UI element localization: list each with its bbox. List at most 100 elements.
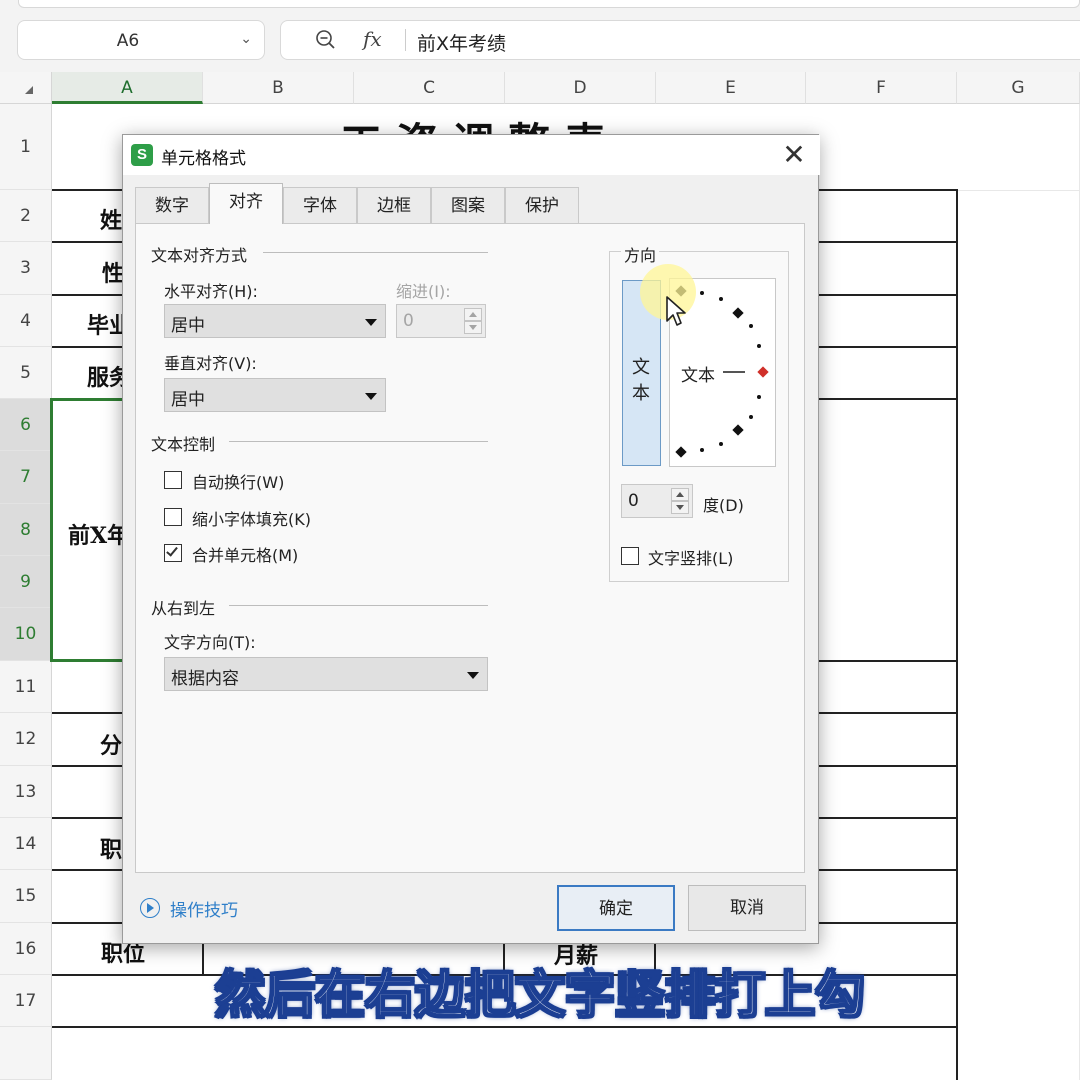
formula-bar: A6 ⌄ fx 前X年考绩 bbox=[0, 14, 1080, 72]
row-header-1[interactable]: 1 bbox=[0, 104, 52, 190]
section-orientation: 方向 bbox=[621, 242, 660, 266]
text-direction-label: 文字方向(T): bbox=[164, 633, 256, 652]
horizontal-align-select[interactable]: 居中 bbox=[164, 304, 386, 338]
vertical-text-checkbox[interactable] bbox=[621, 547, 639, 565]
column-header-f[interactable]: F bbox=[806, 72, 957, 104]
tips-link[interactable]: 操作技巧 bbox=[170, 896, 238, 921]
dial-dot bbox=[749, 415, 753, 419]
row-header-12[interactable]: 12 bbox=[0, 713, 52, 766]
app-logo-icon: S bbox=[131, 144, 153, 166]
cell-row2-label[interactable]: 姓 bbox=[100, 203, 122, 235]
vertical-text-char-1: 文 bbox=[632, 357, 650, 378]
dropdown-arrow-icon bbox=[467, 672, 479, 679]
tab-font[interactable]: 字体 bbox=[283, 187, 357, 223]
shrink-to-fit-label[interactable]: 缩小字体填充(K) bbox=[192, 506, 311, 530]
dialog-title: 单元格格式 bbox=[161, 149, 246, 169]
row-header-4[interactable]: 4 bbox=[0, 295, 52, 347]
stepper-up-icon[interactable] bbox=[464, 308, 482, 321]
dial-dot bbox=[749, 324, 753, 328]
wrap-text-label[interactable]: 自动换行(W) bbox=[192, 469, 284, 493]
row-header-10[interactable]: 10 bbox=[0, 608, 52, 661]
stepper-down-icon[interactable] bbox=[464, 321, 482, 334]
cell-row14-label[interactable]: 职 bbox=[100, 832, 122, 864]
dial-dot bbox=[757, 395, 761, 399]
row-header-14[interactable]: 14 bbox=[0, 818, 52, 870]
dial-dot bbox=[719, 442, 723, 446]
degree-stepper[interactable]: 0 bbox=[621, 484, 693, 518]
dial-dot bbox=[700, 291, 704, 295]
indent-stepper[interactable]: 0 bbox=[396, 304, 486, 338]
vertical-align-label: 垂直对齐(V): bbox=[164, 354, 257, 373]
horizontal-align-label: 水平对齐(H): bbox=[164, 282, 258, 301]
divider bbox=[229, 605, 488, 606]
check-icon bbox=[166, 544, 178, 557]
column-header-g[interactable]: G bbox=[957, 72, 1080, 104]
chevron-down-icon[interactable]: ⌄ bbox=[240, 31, 252, 47]
row-header-empty bbox=[0, 1027, 52, 1080]
indent-value: 0 bbox=[403, 311, 414, 331]
fx-icon[interactable]: fx bbox=[363, 27, 382, 51]
indent-label: 缩进(I): bbox=[396, 282, 451, 301]
section-right-to-left: 从右到左 bbox=[151, 599, 216, 618]
dial-needle bbox=[723, 371, 745, 373]
tab-border[interactable]: 边框 bbox=[357, 187, 431, 223]
vertical-align-value: 居中 bbox=[171, 390, 205, 410]
row-header-6[interactable]: 6 bbox=[0, 399, 52, 451]
tab-number[interactable]: 数字 bbox=[135, 187, 209, 223]
close-icon[interactable]: ✕ bbox=[778, 139, 810, 171]
vertical-text-label[interactable]: 文字竖排(L) bbox=[648, 545, 733, 569]
name-box[interactable]: A6 ⌄ bbox=[17, 20, 265, 60]
wrap-text-checkbox[interactable] bbox=[164, 471, 182, 489]
text-direction-value: 根据内容 bbox=[171, 669, 239, 689]
mouse-cursor-icon bbox=[666, 296, 686, 326]
section-text-control: 文本控制 bbox=[151, 435, 216, 454]
column-header-e[interactable]: E bbox=[656, 72, 806, 104]
dialog-titlebar[interactable]: S 单元格格式 ✕ bbox=[123, 135, 820, 175]
text-direction-select[interactable]: 根据内容 bbox=[164, 657, 488, 691]
formula-text[interactable]: 前X年考绩 bbox=[417, 29, 506, 56]
row-header-11[interactable]: 11 bbox=[0, 661, 52, 713]
zoom-out-icon[interactable] bbox=[315, 29, 337, 51]
name-box-value: A6 bbox=[116, 31, 140, 51]
tab-protection[interactable]: 保护 bbox=[505, 187, 579, 223]
dial-dot bbox=[757, 344, 761, 348]
row-header-13[interactable]: 13 bbox=[0, 766, 52, 818]
row-header-8[interactable]: 8 bbox=[0, 504, 52, 556]
stepper-down-icon[interactable] bbox=[671, 501, 689, 514]
degree-value: 0 bbox=[628, 491, 639, 511]
vertical-align-select[interactable]: 居中 bbox=[164, 378, 386, 412]
tab-alignment[interactable]: 对齐 bbox=[209, 183, 283, 224]
column-header-c[interactable]: C bbox=[354, 72, 505, 104]
tab-pattern[interactable]: 图案 bbox=[431, 187, 505, 223]
horizontal-align-value: 居中 bbox=[171, 316, 205, 336]
dial-dot bbox=[700, 448, 704, 452]
row-header-2[interactable]: 2 bbox=[0, 190, 52, 242]
cancel-button[interactable]: 取消 bbox=[688, 885, 806, 931]
ok-button[interactable]: 确定 bbox=[557, 885, 675, 931]
formula-input[interactable]: fx 前X年考绩 bbox=[280, 20, 1080, 60]
merge-cells-label[interactable]: 合并单元格(M) bbox=[192, 542, 298, 566]
row-header-7[interactable]: 7 bbox=[0, 451, 52, 504]
row-header-9[interactable]: 9 bbox=[0, 556, 52, 608]
format-cells-dialog: S 单元格格式 ✕ 数字 对齐 字体 边框 图案 保护 文本对齐方式 水平对齐(… bbox=[122, 134, 820, 944]
cell-row12-label[interactable]: 分 bbox=[100, 728, 122, 760]
row-header-5[interactable]: 5 bbox=[0, 347, 52, 399]
row-header-3[interactable]: 3 bbox=[0, 242, 52, 295]
row-header-15[interactable]: 15 bbox=[0, 870, 52, 923]
column-header-d[interactable]: D bbox=[505, 72, 656, 104]
divider bbox=[229, 441, 488, 442]
play-circle-icon[interactable] bbox=[140, 898, 160, 918]
divider bbox=[263, 252, 488, 253]
column-header-a[interactable]: A bbox=[52, 72, 203, 104]
top-strip bbox=[0, 0, 1080, 14]
formula-separator bbox=[405, 29, 406, 51]
cell-row3-label[interactable]: 性 bbox=[102, 256, 124, 288]
dial-dot bbox=[719, 297, 723, 301]
vertical-text-char-2: 本 bbox=[632, 383, 650, 404]
column-header-b[interactable]: B bbox=[203, 72, 354, 104]
merge-cells-checkbox[interactable] bbox=[164, 544, 182, 562]
shrink-to-fit-checkbox[interactable] bbox=[164, 508, 182, 526]
stepper-up-icon[interactable] bbox=[671, 488, 689, 501]
video-caption: 然后在右边把文字竖排打上勾 bbox=[214, 965, 866, 1025]
select-all-corner[interactable] bbox=[0, 72, 52, 104]
